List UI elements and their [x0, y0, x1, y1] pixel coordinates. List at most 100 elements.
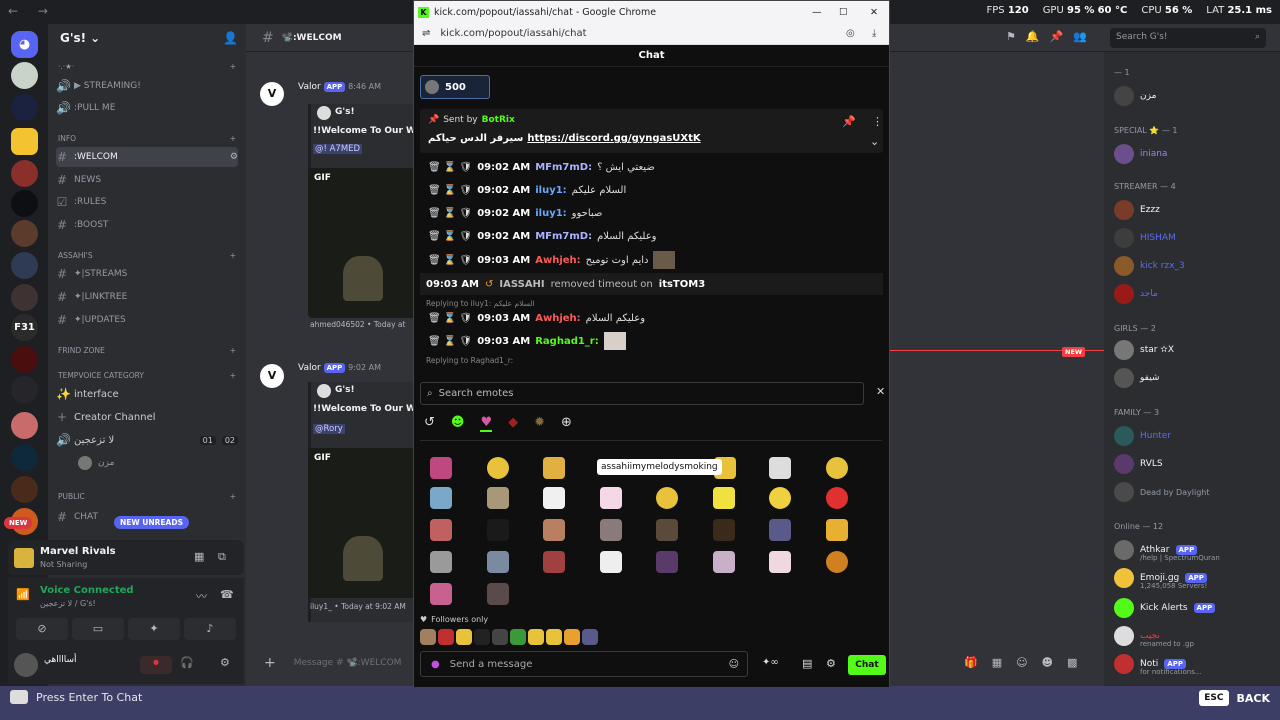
address-bar[interactable]: ⇌ kick.com/popout/iassahi/chat ◎ ⤓ [414, 23, 889, 45]
emote[interactable] [826, 487, 848, 509]
server-header[interactable]: G's! ⌄ 👤 [48, 24, 246, 52]
category-frind-zone[interactable]: FRIND ZONE + [58, 346, 236, 360]
member-item[interactable]: star ✫X [1114, 338, 1274, 362]
member-item[interactable]: HISHAM [1114, 226, 1274, 250]
mod-tools-icon[interactable]: 🗑 ⌛ 🛡 [428, 255, 472, 266]
press-enter-hint[interactable]: Press Enter To Chat [10, 690, 142, 704]
channel-rules[interactable]: ☑:RULES [56, 192, 238, 212]
activities-button[interactable]: ✦ [128, 618, 180, 640]
mod-tools-icon[interactable]: 🗑 ⌛ 🛡 [428, 185, 472, 196]
chat-send-button[interactable]: Chat [848, 655, 886, 675]
member-item[interactable]: نجيب [1114, 624, 1274, 648]
channel-news[interactable]: # NEWS [56, 170, 238, 190]
server-icon[interactable] [11, 62, 38, 89]
server-icon[interactable] [11, 94, 38, 121]
emote[interactable] [543, 487, 565, 509]
pinned-message[interactable]: 📌 Sent by BotRix سيرفر الدس حياكم https://d… [420, 109, 883, 153]
headphones-icon[interactable]: 🎧 [180, 656, 194, 669]
minimize-icon[interactable]: — [812, 7, 822, 18]
gif-image[interactable]: GIF [308, 448, 418, 598]
emote[interactable] [600, 551, 622, 573]
emote[interactable] [430, 457, 452, 479]
emote[interactable] [600, 487, 622, 509]
member-item[interactable]: ماجد [1114, 282, 1274, 306]
category-assahis[interactable]: ASSAHI'S + [58, 251, 236, 265]
emote[interactable] [487, 551, 509, 573]
soundboard-button[interactable]: ♪ [184, 618, 236, 640]
channel-creator[interactable]: + Creator Channel [56, 407, 238, 427]
close-icon[interactable]: ✕ [876, 385, 885, 398]
mod-tools-icon[interactable]: 🗑 ⌛ 🛡 [428, 336, 472, 347]
screen-share-icon[interactable]: ⧉ [218, 550, 226, 564]
gear-icon[interactable]: ⚙ [230, 152, 238, 162]
plus-icon[interactable]: + [264, 655, 276, 671]
download-icon[interactable]: ⤓ [872, 28, 876, 39]
emote[interactable] [430, 583, 452, 605]
server-icon[interactable] [11, 160, 38, 187]
emote[interactable] [546, 629, 562, 645]
server-icon[interactable] [11, 220, 38, 247]
member-item[interactable]: شيفو [1114, 366, 1274, 390]
channel-updates[interactable]: # ✦|UPDATES [56, 310, 238, 330]
emote[interactable] [769, 457, 791, 479]
signal-icon[interactable]: 📶 [16, 588, 30, 601]
emote[interactable] [656, 519, 678, 541]
channel-voice-active[interactable]: 🔊 لا تزعجين 01 02 [56, 430, 238, 450]
server-icon[interactable] [11, 190, 38, 217]
chat-input[interactable]: ● Send a message ☺ [420, 651, 748, 677]
emote[interactable] [582, 629, 598, 645]
nav-arrows-icon[interactable]: ← → [8, 4, 56, 18]
kick-emotes-icon[interactable]: ☻ [451, 415, 465, 432]
server-icon[interactable] [11, 376, 38, 403]
channel-pull-me[interactable]: 🔊:PULL ME [56, 98, 238, 118]
folder-icon[interactable] [11, 128, 38, 155]
noise-suppression-icon[interactable]: 〰 [196, 588, 207, 604]
emote[interactable] [826, 519, 848, 541]
video-off-button[interactable]: ⊘ [16, 618, 68, 640]
mod-tools-icon[interactable]: 🗑 ⌛ 🛡 [428, 208, 472, 219]
channel-emotes-icon[interactable]: ♥ [480, 415, 493, 432]
category-header[interactable]: ·.·★· + [58, 62, 236, 76]
category-info[interactable]: INFO + [58, 134, 236, 148]
chat-message[interactable]: 🗑 ⌛ 🛡 09:02 AM iluy1: صباحوو [428, 203, 602, 223]
emote[interactable] [769, 551, 791, 573]
search-input[interactable]: Search G's! ⌕ [1110, 28, 1266, 48]
chat-message[interactable]: 🗑 ⌛ 🛡 09:02 AM iluy1: السلام عليكم [428, 180, 626, 200]
category-tempvoice[interactable]: TEMPVOICE CATEGORY + [58, 371, 236, 385]
emote[interactable] [474, 629, 490, 645]
member-item[interactable]: Hunter [1114, 424, 1274, 448]
emote[interactable] [826, 551, 848, 573]
mod-tools-icon[interactable]: 🗑 ⌛ 🛡 [428, 313, 472, 324]
message-input[interactable]: + Message # 📽️:WELCOM [264, 652, 414, 674]
emote[interactable] [656, 487, 678, 509]
server-icon[interactable] [11, 284, 38, 311]
globe-icon[interactable]: ⊕ [561, 415, 572, 432]
channel-interface[interactable]: ✨ interface [56, 384, 238, 404]
emote[interactable] [713, 519, 735, 541]
chat-message[interactable]: 🗑 ⌛ 🛡 09:03 AM Awhjeh: وعليكم السلام [428, 308, 645, 328]
subscriber-emotes-icon[interactable]: ◆ [508, 415, 518, 432]
server-icon[interactable] [11, 444, 38, 471]
emote[interactable] [510, 629, 526, 645]
chat-tools-icon[interactable]: ✦∞ [762, 657, 779, 668]
emote[interactable] [543, 519, 565, 541]
emote[interactable] [600, 519, 622, 541]
member-item[interactable]: Dead by Daylight [1114, 480, 1274, 504]
controller-icon[interactable]: ▦ [194, 550, 204, 563]
eye-off-icon[interactable]: ◎ [846, 28, 855, 39]
mod-tools-icon[interactable]: 🗑 ⌛ 🛡 [428, 162, 472, 173]
screen-share-button[interactable]: ▭ [72, 618, 124, 640]
maximize-icon[interactable]: ☐ [839, 7, 848, 18]
more-icon[interactable]: ⋮ [872, 115, 883, 128]
voice-user[interactable]: مزن [78, 453, 238, 473]
member-item[interactable]: RVLS [1114, 452, 1274, 476]
emote[interactable] [769, 487, 791, 509]
server-icon[interactable] [11, 476, 38, 503]
emote[interactable] [656, 551, 678, 573]
gear-icon[interactable]: ⚙ [826, 657, 836, 670]
disconnect-icon[interactable]: ☎ [220, 588, 234, 601]
site-info-icon[interactable]: ⇌ [422, 28, 430, 39]
member-item[interactable]: iniana [1114, 142, 1274, 166]
discord-home-icon[interactable]: ◕ [11, 31, 38, 58]
member-item[interactable]: Ezzz [1114, 198, 1274, 222]
